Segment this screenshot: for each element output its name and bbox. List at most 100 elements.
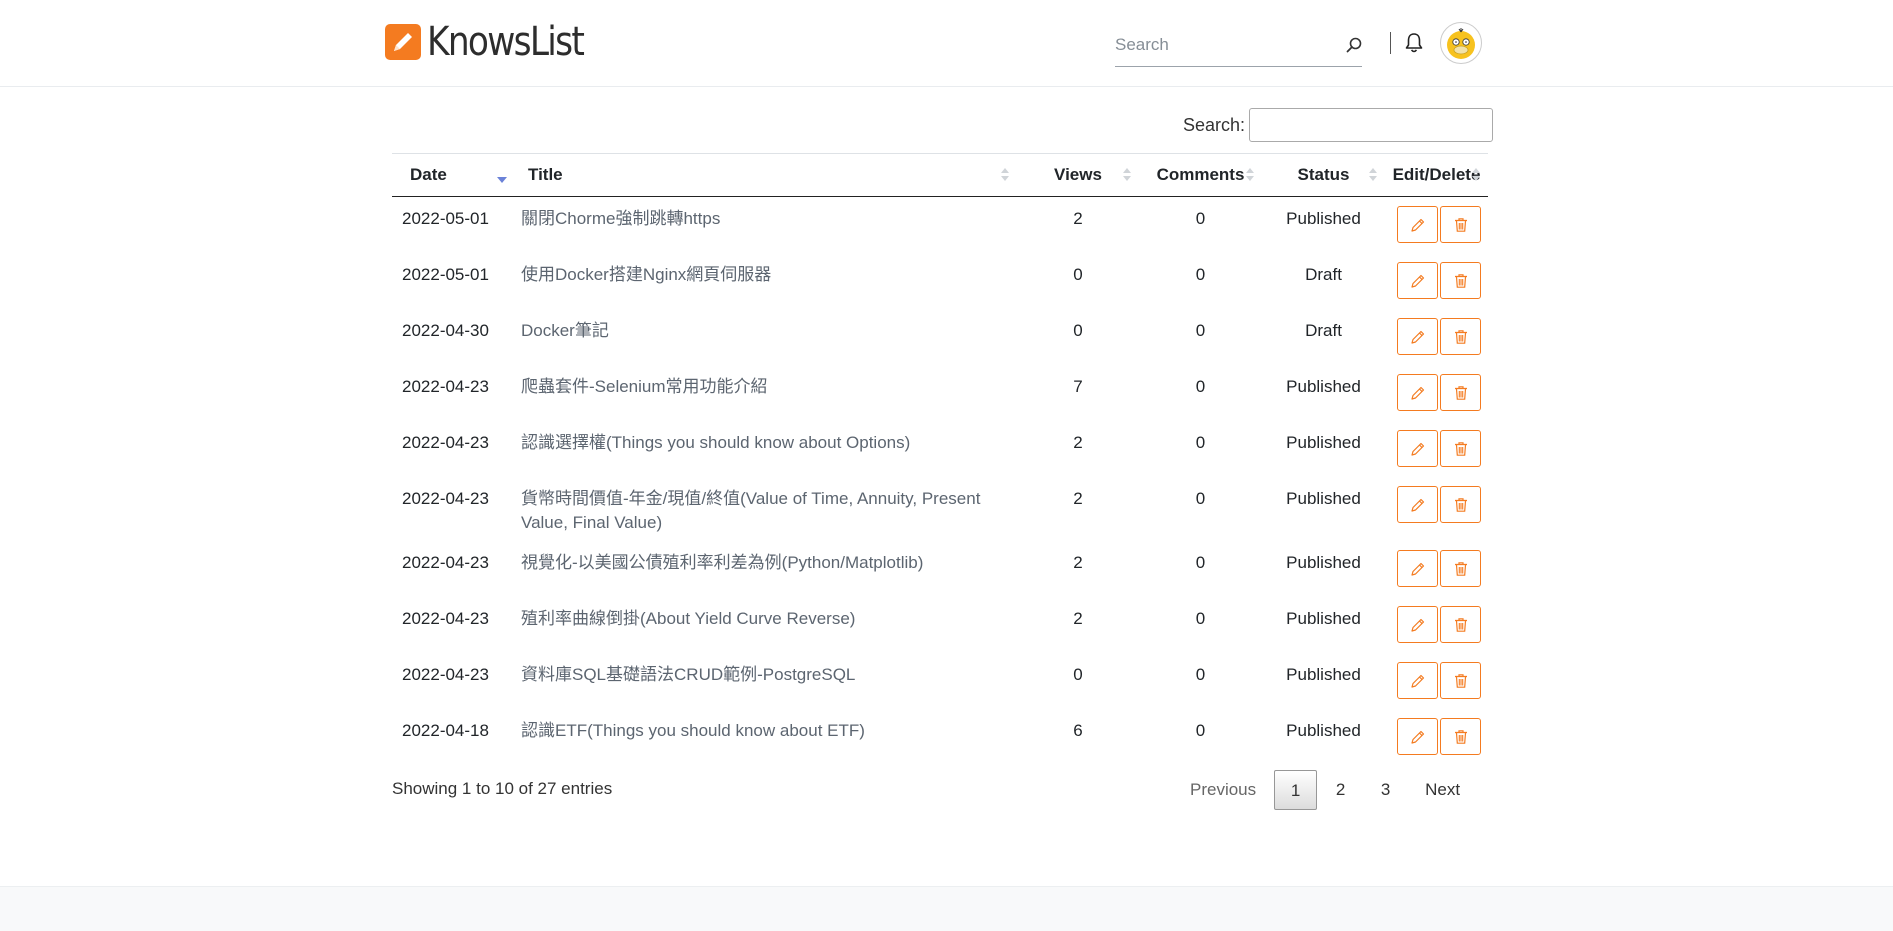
post-title-link[interactable]: 資料庫SQL基礎語法CRUD範例-PostgreSQL bbox=[513, 653, 1017, 709]
post-comments: 0 bbox=[1195, 264, 1206, 284]
post-date: 2022-04-23 bbox=[402, 432, 489, 452]
post-comments: 0 bbox=[1195, 664, 1206, 684]
column-header-label: Views bbox=[1054, 165, 1102, 184]
post-title-link[interactable]: 貨幣時間價值-年金/現值/終值(Value of Time, Annuity, … bbox=[513, 477, 1017, 541]
edit-button[interactable] bbox=[1397, 661, 1438, 699]
edit-button[interactable] bbox=[1397, 485, 1438, 523]
search-input[interactable] bbox=[1115, 28, 1325, 60]
post-date: 2022-04-23 bbox=[402, 488, 489, 508]
column-header-edit-delete[interactable]: Edit/Delete bbox=[1385, 153, 1488, 197]
edit-button[interactable] bbox=[1397, 261, 1438, 299]
column-header-label: Edit/Delete bbox=[1392, 165, 1481, 184]
table-header-row: Date Title Views Comments Status Edit/De… bbox=[392, 153, 1488, 197]
edit-button[interactable] bbox=[1397, 317, 1438, 355]
avatar[interactable] bbox=[1440, 22, 1482, 64]
post-title-link[interactable]: 認識ETF(Things you should know about ETF) bbox=[513, 709, 1017, 765]
table-row: 2022-04-23 視覺化-以美國公債殖利率利差為例(Python/Matplo… bbox=[392, 541, 1488, 597]
sort-desc-icon bbox=[497, 168, 507, 183]
post-status: Published bbox=[1286, 432, 1361, 452]
post-views: 0 bbox=[1073, 664, 1083, 684]
post-views: 2 bbox=[1073, 608, 1083, 628]
edit-button[interactable] bbox=[1397, 429, 1438, 467]
column-header-title[interactable]: Title bbox=[513, 153, 1017, 197]
post-title-link[interactable]: 視覺化-以美國公債殖利率利差為例(Python/Matplotlib) bbox=[513, 541, 1017, 597]
post-date: 2022-04-23 bbox=[402, 552, 489, 572]
column-header-label: Date bbox=[410, 165, 447, 184]
table-info: Showing 1 to 10 of 27 entries bbox=[392, 779, 613, 798]
post-title-link[interactable]: 爬蟲套件-Selenium常用功能介紹 bbox=[513, 365, 1017, 421]
post-date: 2022-04-23 bbox=[402, 664, 489, 684]
sort-icon bbox=[1001, 168, 1009, 182]
column-header-comments[interactable]: Comments bbox=[1139, 153, 1262, 197]
post-title-link[interactable]: 認識選擇權(Things you should know about Optio… bbox=[513, 421, 1017, 477]
column-header-views[interactable]: Views bbox=[1017, 153, 1139, 197]
sort-icon bbox=[1123, 168, 1131, 182]
divider bbox=[1390, 32, 1391, 54]
pagination-page-1[interactable]: 1 bbox=[1274, 770, 1318, 810]
post-status: Published bbox=[1286, 552, 1361, 572]
delete-button[interactable] bbox=[1440, 717, 1481, 755]
column-header-date[interactable]: Date bbox=[392, 153, 513, 197]
column-header-label: Title bbox=[528, 165, 563, 184]
post-views: 0 bbox=[1073, 264, 1083, 284]
sort-icon bbox=[1472, 168, 1480, 182]
edit-button[interactable] bbox=[1397, 717, 1438, 755]
post-actions bbox=[1385, 197, 1488, 253]
table-row: 2022-05-01 關閉Chorme強制跳轉https 2 0 Published bbox=[392, 197, 1488, 253]
post-status: Draft bbox=[1305, 264, 1342, 284]
post-actions bbox=[1385, 365, 1488, 421]
search-icon[interactable] bbox=[1340, 31, 1368, 59]
post-views: 2 bbox=[1073, 488, 1083, 508]
delete-button[interactable] bbox=[1440, 485, 1481, 523]
post-title-link[interactable]: 使用Docker搭建Nginx網頁伺服器 bbox=[513, 253, 1017, 309]
post-status: Published bbox=[1286, 376, 1361, 396]
post-status: Published bbox=[1286, 720, 1361, 740]
post-date: 2022-04-30 bbox=[402, 320, 489, 340]
post-views: 6 bbox=[1073, 720, 1083, 740]
post-status: Published bbox=[1286, 209, 1361, 228]
edit-button[interactable] bbox=[1397, 605, 1438, 643]
post-status: Published bbox=[1286, 664, 1361, 684]
brand-logo[interactable]: KnowsList bbox=[385, 22, 609, 62]
post-actions bbox=[1385, 541, 1488, 597]
delete-button[interactable] bbox=[1440, 549, 1481, 587]
edit-button[interactable] bbox=[1397, 206, 1438, 243]
post-status: Published bbox=[1286, 608, 1361, 628]
post-views: 2 bbox=[1073, 552, 1083, 572]
table-row: 2022-04-23 爬蟲套件-Selenium常用功能介紹 7 0 Published bbox=[392, 365, 1488, 421]
table-row: 2022-04-23 貨幣時間價值-年金/現值/終值(Value of Time,… bbox=[392, 477, 1488, 541]
table-row: 2022-04-18 認識ETF(Things you should know a… bbox=[392, 709, 1488, 765]
delete-button[interactable] bbox=[1440, 605, 1481, 643]
pagination-page-2[interactable]: 2 bbox=[1319, 770, 1362, 810]
post-title-link[interactable]: Docker筆記 bbox=[513, 309, 1017, 365]
table-filter: Search: bbox=[1183, 108, 1494, 142]
post-title-link[interactable]: 關閉Chorme強制跳轉https bbox=[513, 197, 1017, 253]
post-status: Published bbox=[1286, 488, 1361, 508]
pagination-page-3[interactable]: 3 bbox=[1364, 770, 1407, 810]
post-date: 2022-05-01 bbox=[402, 264, 489, 284]
sort-icon bbox=[1246, 168, 1254, 182]
table-filter-label: Search: bbox=[1183, 114, 1246, 135]
delete-button[interactable] bbox=[1440, 206, 1481, 243]
bell-icon[interactable] bbox=[1400, 29, 1428, 57]
post-actions bbox=[1385, 309, 1488, 365]
top-navbar: KnowsList bbox=[0, 0, 1893, 87]
edit-button[interactable] bbox=[1397, 549, 1438, 587]
post-comments: 0 bbox=[1195, 720, 1206, 740]
table-row: 2022-05-01 使用Docker搭建Nginx網頁伺服器 0 0 Draft bbox=[392, 253, 1488, 309]
delete-button[interactable] bbox=[1440, 261, 1481, 299]
delete-button[interactable] bbox=[1440, 317, 1481, 355]
delete-button[interactable] bbox=[1440, 373, 1481, 411]
pagination-previous[interactable]: Previous bbox=[1190, 780, 1256, 800]
brand-name: KnowsList bbox=[427, 19, 585, 65]
pagination-next[interactable]: Next bbox=[1425, 780, 1460, 800]
post-title-link[interactable]: 殖利率曲線倒掛(About Yield Curve Reverse) bbox=[513, 597, 1017, 653]
delete-button[interactable] bbox=[1440, 429, 1481, 467]
sort-icon bbox=[1369, 168, 1377, 182]
post-comments: 0 bbox=[1195, 376, 1206, 396]
edit-button[interactable] bbox=[1397, 373, 1438, 411]
post-actions bbox=[1385, 421, 1488, 477]
table-search-input[interactable] bbox=[1249, 108, 1494, 142]
column-header-status[interactable]: Status bbox=[1262, 153, 1385, 197]
delete-button[interactable] bbox=[1440, 661, 1481, 699]
